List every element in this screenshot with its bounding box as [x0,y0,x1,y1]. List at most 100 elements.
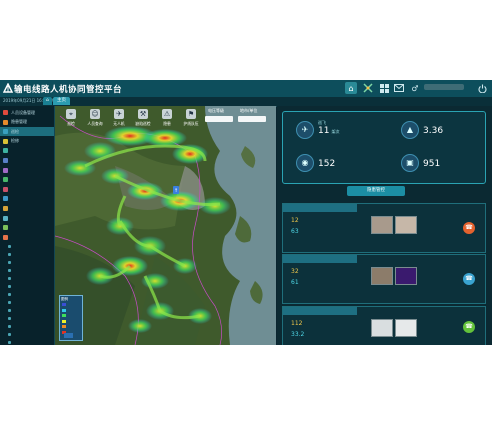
voltage-select[interactable] [205,116,233,122]
legend-toggle-button[interactable] [64,333,73,338]
sidebar-item[interactable]: 人员设备管理 [0,108,54,117]
sidebar-item-label: 隐患管理 [11,119,27,125]
map-tool-button[interactable]: ☺ 人员查询 [82,108,108,128]
sidebar-item-icon [3,138,8,144]
hazard-photo[interactable] [371,319,393,337]
sidebar-item[interactable] [0,146,54,155]
home-icon[interactable]: ⌂ [345,82,357,94]
mail-icon[interactable] [393,82,405,94]
hazard-photo[interactable] [395,319,417,337]
sidebar-item[interactable]: 检修 [0,137,54,146]
sidebar-item[interactable] [0,194,54,203]
sidebar-item[interactable]: 隐患管理 [0,118,54,127]
sidebar-item-icon [3,148,8,154]
region-select[interactable] [238,116,266,122]
map-view[interactable]: ↑ ⌖ 巡检 ☺ 人员查询 ✈ 无人机 ⚒ 缺陷巡检 ⚠ 隐患 ⚑ 护线队伍 电压等级 地市/单位 图例 [55,106,276,345]
satellite-map: ↑ [55,106,276,345]
stat-value: 951 [423,159,442,169]
hazard-photo[interactable] [371,267,393,285]
section-title: 隐患管控 [347,186,405,196]
bullet-icon [8,253,11,257]
stat-number: 11 [318,126,330,136]
map-tool-label: 隐患 [163,121,171,126]
sidebar-item[interactable] [0,156,54,165]
sidebar: 人员设备管理隐患管理巡检检修 [0,106,55,345]
bullet-icon [8,245,11,249]
phone-icon[interactable]: ☎ [463,320,475,333]
stat-number: 3.36 [423,126,444,136]
hazard-card[interactable]: 112 33.2 ☎ [282,306,486,345]
drone-icon: ✈ [114,109,124,119]
tab-home[interactable]: ⌂ [43,97,52,105]
hazard-metric-value: 33.2 [291,331,305,338]
hazard-photo[interactable] [395,267,417,285]
bullet-icon [8,301,11,305]
rocket-icon: ▲ [401,121,419,139]
hazard-metric: 61 [289,279,301,286]
region-select-label: 地市/单位 [240,108,258,113]
sidebar-item[interactable] [0,233,54,242]
map-tool-button[interactable]: ⚑ 护线队伍 [178,108,204,128]
sidebar-item-icon [3,119,8,125]
sidebar-item-icon [3,225,8,231]
sidebar-item[interactable] [0,175,54,184]
power-icon[interactable] [476,82,488,94]
legend-swatch [62,319,66,323]
legend-title: 图例 [61,297,68,301]
hazard-metric: 12 [289,217,301,224]
sidebar-item[interactable] [0,185,54,194]
sidebar-item[interactable] [0,223,54,232]
map-tool-label: 人员查询 [87,121,103,126]
map-tool-button[interactable]: ⚒ 缺陷巡检 [130,108,156,128]
sidebar-item-icon [3,215,8,221]
sidebar-item[interactable] [0,204,54,213]
stat-item: ✈ 巡飞 11 架次 [288,117,378,145]
hazard-metric: 112 [289,320,304,327]
sidebar-subitem[interactable] [0,338,54,345]
hazard-photo[interactable] [395,216,417,234]
bullet-icon [8,317,11,321]
sidebar-item[interactable]: 巡检 [0,127,54,137]
patrol-icon: ⌖ [66,109,76,119]
bullet-icon [8,277,11,281]
phone-icon[interactable]: ☎ [463,273,475,285]
map-tool-label: 无人机 [113,121,125,126]
hazard-metric-value: 32 [291,268,299,275]
map-tool-label: 缺陷巡检 [135,121,151,126]
hazard-photo[interactable] [371,216,393,234]
sidebar-item-icon [3,158,8,163]
hazard-card[interactable]: 12 63 ☎ [282,203,486,253]
sidebar-item-icon [3,206,8,211]
sidebar-item[interactable] [0,214,54,223]
hazard-metric: 32 [289,268,301,275]
app-window: 输电线路人机协同管控平台 ⌂ ♂ 2019年09月21日 16:45:19 ⌂ … [0,80,492,345]
hazard-card-title [283,307,357,315]
sidebar-item-icon [3,110,8,115]
user-icon[interactable]: ♂ [409,82,421,94]
map-tool-button[interactable]: ⚠ 隐患 [154,108,180,128]
stat-value: 3.36 [423,126,445,136]
tab-first[interactable]: 主页 [53,97,70,105]
svg-text:↑: ↑ [174,188,178,194]
map-tool-button[interactable]: ✈ 无人机 [106,108,132,128]
stat-item: ◉ 152 [288,150,378,178]
defect-icon: ⚒ [138,109,148,119]
map-tool-button[interactable]: ⌖ 巡检 [58,108,84,128]
bullet-icon [8,333,11,337]
bullet-icon [8,261,11,265]
hazard-metric-value: 12 [291,217,299,224]
phone-icon[interactable]: ☎ [463,222,475,234]
location-icon: ◉ [296,154,314,172]
legend-row [62,314,80,318]
network-icon[interactable] [362,82,374,94]
sidebar-item[interactable] [0,166,54,175]
sidebar-item-label: 巡检 [11,128,19,134]
sidebar-item-icon [3,196,8,202]
legend-swatch [62,303,66,306]
hazard-card[interactable]: 32 61 ☎ [282,254,486,304]
user-name[interactable] [424,84,464,90]
team-icon: ⚑ [186,109,196,119]
grid-icon[interactable] [378,82,390,94]
map-tool-label: 巡检 [67,121,75,126]
bullet-icon [8,285,11,289]
